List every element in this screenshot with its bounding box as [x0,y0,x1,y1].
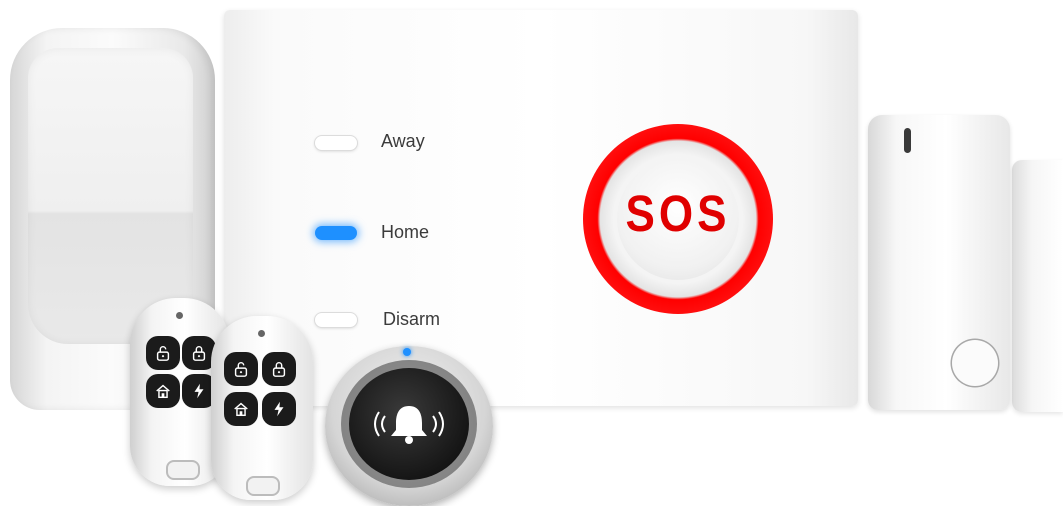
away-led [315,136,357,150]
home-label: Home [381,222,430,242]
home-led [315,226,357,240]
remote-keyring-hole [166,460,200,480]
door-magnet [1012,160,1063,412]
unlock-icon [146,336,180,370]
sos-label: SOS [625,186,731,243]
door-sensor-button [952,340,998,386]
remote-keyring-hole [246,476,280,496]
away-label: Away [381,131,425,151]
doorbell-led [403,348,411,356]
disarm-led [315,313,357,327]
door-sensor-led [904,128,911,153]
lock-icon [262,352,296,386]
unlock-icon [224,352,258,386]
disarm-label: Disarm [383,309,440,329]
remote-led [258,330,265,337]
home-icon [224,392,258,426]
home-icon [146,374,180,408]
lightning-icon [262,392,296,426]
remote-led [176,312,183,319]
bell-icon [374,406,444,444]
